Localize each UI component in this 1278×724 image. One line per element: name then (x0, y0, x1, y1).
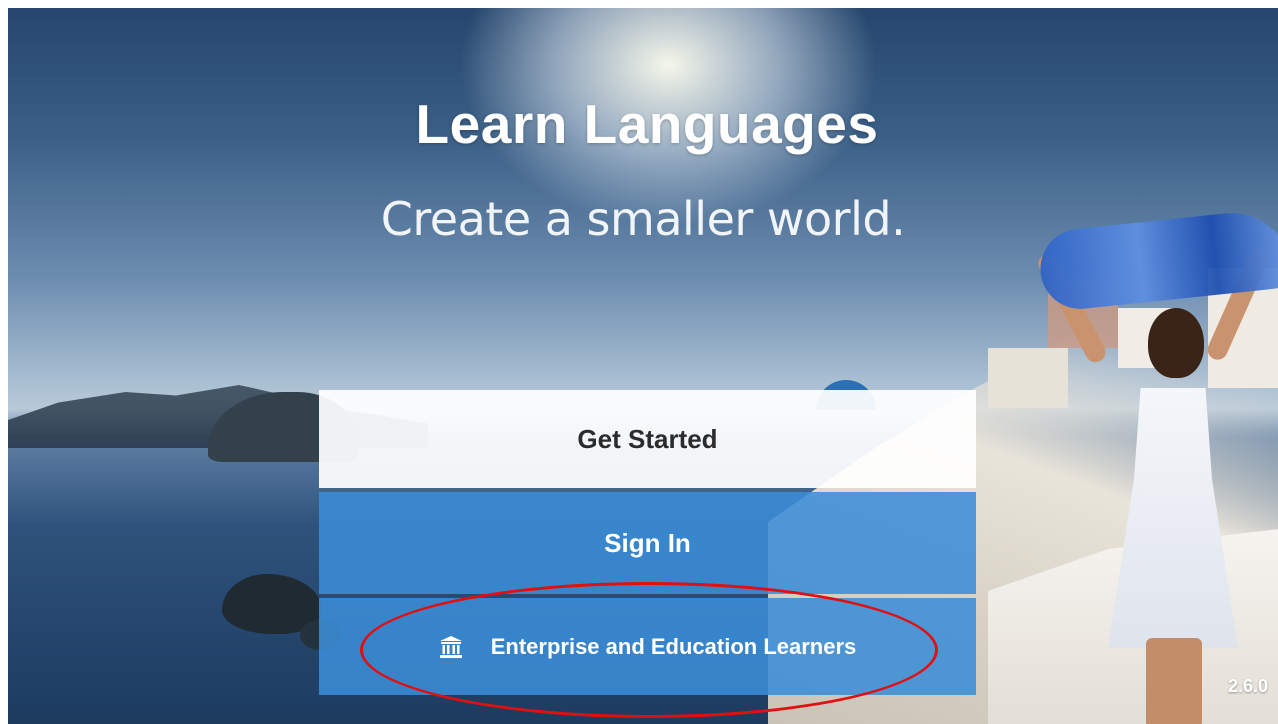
hero-subtitle: Create a smaller world. (380, 192, 906, 246)
hero-title: Learn Languages (415, 93, 879, 155)
enterprise-education-label: Enterprise and Education Learners (490, 633, 857, 659)
background-house (988, 348, 1068, 408)
background-woman-legs (1146, 638, 1202, 724)
enterprise-education-button[interactable]: Enterprise and Education Learners (319, 598, 976, 695)
app-version: 2.6.0 (1227, 676, 1268, 696)
sign-in-label: Sign In (604, 527, 691, 558)
background-woman-head (1148, 308, 1204, 378)
bank-icon (439, 635, 463, 659)
auth-button-panel: Get Started Sign In Enterprise and Educa… (319, 390, 976, 695)
sign-in-button[interactable]: Sign In (319, 492, 976, 594)
get-started-label: Get Started (577, 423, 718, 454)
get-started-button[interactable]: Get Started (319, 390, 976, 488)
